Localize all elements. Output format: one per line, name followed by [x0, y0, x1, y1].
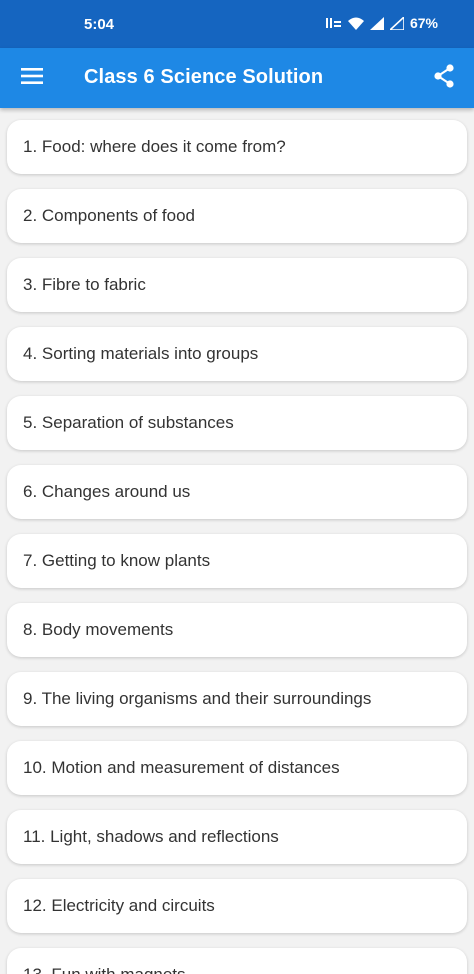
- chapter-label: 4. Sorting materials into groups: [23, 344, 259, 363]
- data-speed-icon: [325, 17, 342, 29]
- chapter-item-2[interactable]: 2. Components of food: [7, 189, 467, 243]
- page-title: Class 6 Science Solution: [84, 66, 324, 88]
- chapter-item-10[interactable]: 10. Motion and measurement of distances: [7, 741, 467, 795]
- status-bar: 5:04 67%: [0, 0, 474, 48]
- chapter-item-12[interactable]: 12. Electricity and circuits: [7, 879, 467, 933]
- chapter-item-6[interactable]: 6. Changes around us: [7, 465, 467, 519]
- chapter-label: 11. Light, shadows and reflections: [23, 827, 279, 846]
- chapter-label: 3. Fibre to fabric: [23, 275, 146, 294]
- chapter-label: 8. Body movements: [23, 620, 174, 639]
- battery-text: 67%: [409, 15, 438, 31]
- chapter-label: 2. Components of food: [23, 206, 196, 225]
- chapter-label: 1. Food: where does it come from?: [23, 137, 286, 156]
- status-icons: 67%: [325, 15, 438, 31]
- share-icon: [433, 63, 455, 93]
- chapter-item-3[interactable]: 3. Fibre to fabric: [7, 258, 467, 312]
- chapter-label: 10. Motion and measurement of distances: [23, 758, 340, 777]
- signal-2-icon: [389, 16, 404, 30]
- chapter-item-8[interactable]: 8. Body movements: [7, 603, 467, 657]
- chapter-item-1[interactable]: 1. Food: where does it come from?: [7, 120, 467, 174]
- chapter-item-13[interactable]: 13. Fun with magnets: [7, 948, 467, 974]
- app-bar: Class 6 Science Solution: [0, 48, 474, 108]
- chapter-item-7[interactable]: 7. Getting to know plants: [7, 534, 467, 588]
- hamburger-menu-icon: [21, 67, 43, 89]
- chapter-label: 5. Separation of substances: [23, 413, 234, 432]
- share-button[interactable]: [422, 56, 466, 100]
- wifi-icon: [347, 17, 364, 30]
- status-time: 5:04: [84, 16, 115, 33]
- chapter-label: 13. Fun with magnets: [23, 965, 186, 974]
- chapter-item-5[interactable]: 5. Separation of substances: [7, 396, 467, 450]
- chapter-label: 12. Electricity and circuits: [23, 896, 215, 915]
- chapter-list[interactable]: 1. Food: where does it come from? 2. Com…: [0, 108, 474, 974]
- chapter-item-9[interactable]: 9. The living organisms and their surrou…: [7, 672, 467, 726]
- chapter-item-4[interactable]: 4. Sorting materials into groups: [7, 327, 467, 381]
- chapter-label: 6. Changes around us: [23, 482, 191, 501]
- menu-button[interactable]: [10, 56, 54, 100]
- signal-icon: [369, 16, 384, 30]
- chapter-item-11[interactable]: 11. Light, shadows and reflections: [7, 810, 467, 864]
- chapter-label: 9. The living organisms and their surrou…: [23, 689, 372, 708]
- chapter-label: 7. Getting to know plants: [23, 551, 211, 570]
